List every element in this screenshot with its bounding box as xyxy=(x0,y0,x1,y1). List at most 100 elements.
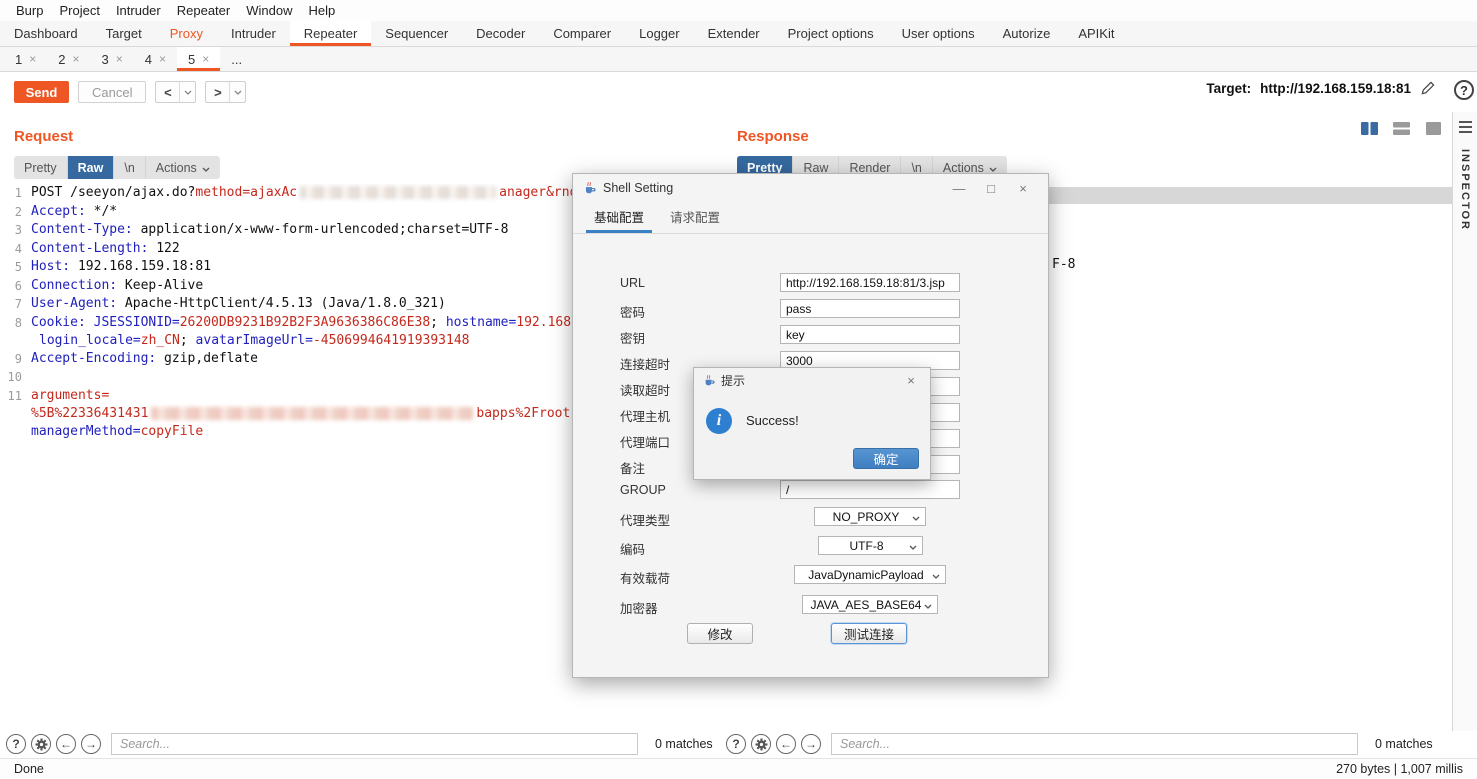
maximize-icon[interactable]: □ xyxy=(975,181,1007,196)
tab-project-options[interactable]: Project options xyxy=(774,21,888,46)
status-text: Done xyxy=(14,762,44,776)
close-tab-icon[interactable]: × xyxy=(29,52,36,66)
token: -4506994641919393148 xyxy=(313,333,470,348)
line-text: Accept: */* xyxy=(31,203,117,222)
menu-window[interactable]: Window xyxy=(238,3,300,18)
cancel-button[interactable]: Cancel xyxy=(78,81,146,103)
tab-label: Raw xyxy=(78,161,104,175)
select-tab[interactable]: NO_PROXY xyxy=(814,507,926,526)
tab-apikit[interactable]: APIKit xyxy=(1064,21,1128,46)
next-match-icon[interactable]: → xyxy=(81,734,101,754)
response-visible-text: F-8 xyxy=(1052,256,1075,274)
tab-label: Pretty xyxy=(24,161,57,175)
next-match-icon[interactable]: → xyxy=(801,734,821,754)
repeater-tab-bar: 1×2×3×4×5×... xyxy=(0,47,1477,72)
request-tab-actions[interactable]: Actions xyxy=(145,156,220,179)
menu-intruder[interactable]: Intruder xyxy=(108,3,169,18)
shell-tab-tab[interactable]: 基础配置 xyxy=(581,200,657,233)
tab-dashboard[interactable]: Dashboard xyxy=(0,21,92,46)
line-text: arguments= xyxy=(31,387,109,406)
input-group[interactable]: / xyxy=(780,480,960,499)
redacted-blur xyxy=(151,407,473,420)
menu-repeater[interactable]: Repeater xyxy=(169,3,238,18)
tab-extender[interactable]: Extender xyxy=(694,21,774,46)
close-tab-icon[interactable]: × xyxy=(72,52,79,66)
tab-comparer[interactable]: Comparer xyxy=(539,21,625,46)
help-icon[interactable]: ? xyxy=(6,734,26,754)
stacked-layout-icon[interactable] xyxy=(1388,119,1415,138)
token: Host: xyxy=(31,259,70,274)
menu-burp[interactable]: Burp xyxy=(8,3,51,18)
ok-button[interactable]: 确定 xyxy=(853,448,919,469)
repeater-tab-2[interactable]: 2× xyxy=(47,47,90,71)
field-label-tab: 编码 xyxy=(620,539,645,558)
request-tab-pretty[interactable]: Pretty xyxy=(14,156,67,179)
send-button[interactable]: Send xyxy=(14,81,69,103)
tab-logger[interactable]: Logger xyxy=(625,21,693,46)
test-connection-button[interactable]: 测试连接 xyxy=(831,623,907,644)
help-icon[interactable]: ? xyxy=(726,734,746,754)
tab-proxy[interactable]: Proxy xyxy=(156,21,217,46)
request-search-input[interactable] xyxy=(111,733,638,755)
help-icon[interactable]: ? xyxy=(1454,80,1474,100)
token: arguments= xyxy=(31,388,109,403)
prompt-dialog-titlebar[interactable]: 提示 × xyxy=(694,368,930,392)
menu-help[interactable]: Help xyxy=(300,3,343,18)
close-icon[interactable]: × xyxy=(1007,181,1039,196)
gear-icon[interactable] xyxy=(31,734,51,754)
previous-match-icon[interactable]: ← xyxy=(776,734,796,754)
repeater-tab-4[interactable]: 4× xyxy=(134,47,177,71)
tab-autorize[interactable]: Autorize xyxy=(989,21,1065,46)
token: JSESSIONID= xyxy=(94,315,180,330)
tab-user-options[interactable]: User options xyxy=(888,21,989,46)
next-request-button[interactable]: > xyxy=(205,81,246,103)
tab-decoder[interactable]: Decoder xyxy=(462,21,539,46)
layout-view-buttons xyxy=(1356,119,1447,138)
shell-dialog-titlebar[interactable]: Shell Setting — □ × xyxy=(573,174,1048,202)
line-number: 8 xyxy=(0,314,22,333)
token: copyFile xyxy=(141,424,204,439)
close-tab-icon[interactable]: × xyxy=(202,52,209,66)
edit-target-icon[interactable] xyxy=(1420,81,1435,96)
side-by-side-layout-icon[interactable] xyxy=(1356,119,1383,138)
token: managerMethod= xyxy=(31,424,141,439)
chevron-down-icon xyxy=(932,568,940,582)
inspector-sidebar[interactable]: INSPECTOR xyxy=(1452,112,1477,732)
request-tab-raw[interactable]: Raw xyxy=(67,156,114,179)
tab-sequencer[interactable]: Sequencer xyxy=(371,21,462,46)
chevron-down-icon[interactable] xyxy=(229,82,245,102)
previous-match-icon[interactable]: ← xyxy=(56,734,76,754)
chevron-down-icon[interactable] xyxy=(179,82,195,102)
request-tab-n[interactable]: \n xyxy=(113,156,144,179)
modify-button[interactable]: 修改 xyxy=(687,623,753,644)
close-icon[interactable]: × xyxy=(900,373,922,388)
request-match-count: 0 matches xyxy=(655,737,713,751)
tab-repeater[interactable]: Repeater xyxy=(290,21,371,46)
tab-intruder[interactable]: Intruder xyxy=(217,21,290,46)
shell-dialog-tabs: 基础配置请求配置 xyxy=(573,202,1048,234)
repeater-tab-1[interactable]: 1× xyxy=(4,47,47,71)
select-tab[interactable]: JAVA_AES_BASE64 xyxy=(802,595,938,614)
token: 122 xyxy=(148,241,179,256)
repeater-tab-5[interactable]: 5× xyxy=(177,47,220,71)
shell-tab-tab[interactable]: 请求配置 xyxy=(657,200,733,233)
repeater-tab-3[interactable]: 3× xyxy=(91,47,134,71)
close-tab-icon[interactable]: × xyxy=(116,52,123,66)
minimize-icon[interactable]: — xyxy=(943,181,975,196)
close-tab-icon[interactable]: × xyxy=(159,52,166,66)
input-tab[interactable]: key xyxy=(780,325,960,344)
repeater-tab-more[interactable]: ... xyxy=(220,47,253,71)
single-layout-icon[interactable] xyxy=(1420,119,1447,138)
select-tab[interactable]: UTF-8 xyxy=(818,536,923,555)
inspector-menu-icon[interactable] xyxy=(1459,121,1472,133)
input-tab[interactable]: pass xyxy=(780,299,960,318)
input-url[interactable]: http://192.168.159.18:81/3.jsp xyxy=(780,273,960,292)
prev-request-button[interactable]: < xyxy=(155,81,196,103)
status-bar: Done 270 bytes | 1,007 millis xyxy=(0,758,1477,779)
tab-target[interactable]: Target xyxy=(92,21,156,46)
gear-icon[interactable] xyxy=(751,734,771,754)
select-tab[interactable]: JavaDynamicPayload xyxy=(794,565,946,584)
menu-project[interactable]: Project xyxy=(51,3,107,18)
line-number: 11 xyxy=(0,387,22,406)
response-search-input[interactable] xyxy=(831,733,1358,755)
